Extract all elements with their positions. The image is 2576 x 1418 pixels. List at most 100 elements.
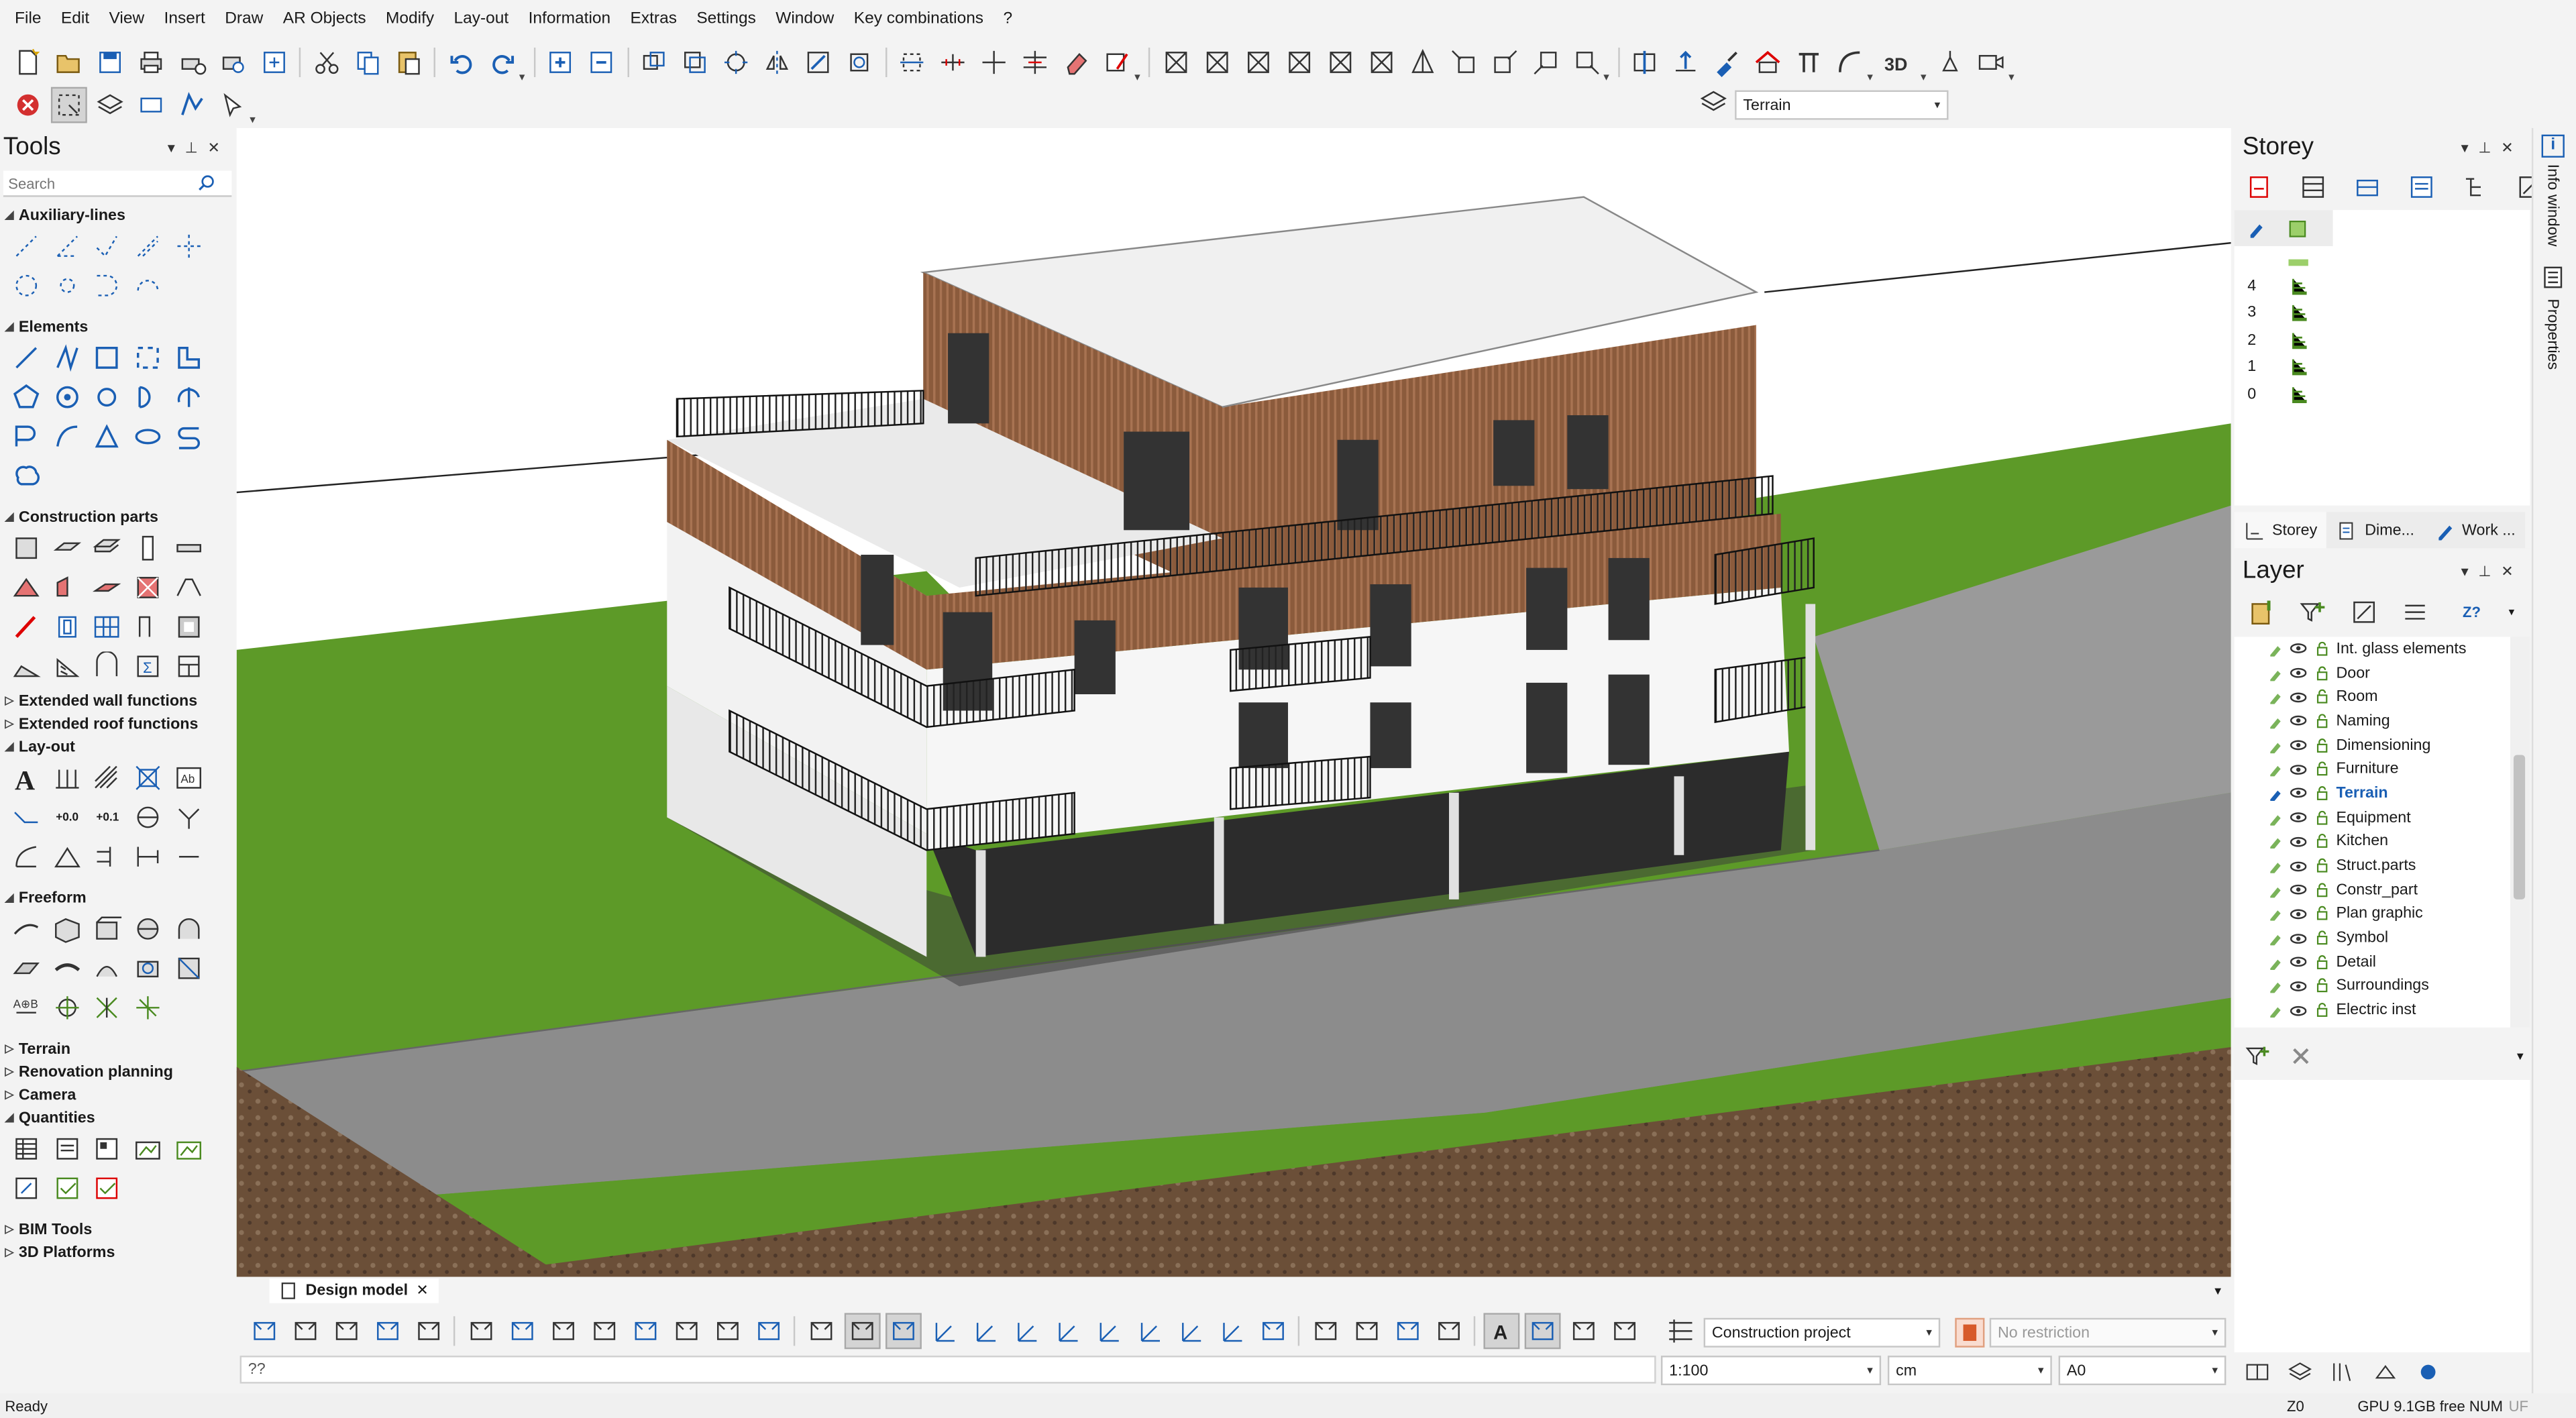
properties-icon[interactable] (2542, 266, 2565, 288)
layer-filter-add-button[interactable] (2296, 596, 2328, 629)
menu-item-window[interactable]: Window (766, 0, 845, 40)
view-arrow-1-button[interactable] (1446, 46, 1479, 79)
tab-dimensions[interactable]: Dime... (2326, 512, 2424, 549)
pointer-button[interactable] (216, 89, 249, 121)
view-tool-25-button[interactable] (1256, 1315, 1289, 1348)
design-button[interactable] (1711, 46, 1743, 79)
offset-button[interactable] (896, 46, 928, 79)
construction-tool-4-button[interactable] (127, 529, 168, 568)
construction-tool-9-button[interactable] (127, 568, 168, 608)
paper-combo[interactable]: A0 ▾ (2058, 1356, 2226, 1386)
freeform-tool-13-button[interactable] (87, 988, 127, 1028)
view-box-4-button[interactable] (1283, 46, 1316, 79)
layout-tool-1-button[interactable]: A (7, 758, 47, 798)
objects-icon[interactable] (2372, 1359, 2398, 1385)
view-dropdown-icon[interactable]: ▾ (1603, 70, 1609, 84)
category-quantities[interactable]: ◢ Quantities (0, 1106, 235, 1129)
lock-icon[interactable] (2313, 713, 2329, 729)
layers-icon[interactable] (2287, 1359, 2313, 1385)
storey-tool-4-button[interactable] (2404, 170, 2437, 203)
delete-icon[interactable] (2288, 1043, 2313, 1068)
layer-row[interactable]: Room (2235, 685, 2510, 709)
elements-tool-5-button[interactable] (168, 338, 209, 378)
format-dropdown-icon[interactable]: ▾ (1134, 70, 1140, 84)
view-tool-26-button[interactable] (1309, 1315, 1342, 1348)
pencil-icon[interactable] (2267, 930, 2284, 946)
lock-icon[interactable] (2313, 810, 2329, 826)
freeform-tool-3-button[interactable] (87, 910, 127, 949)
construction-tool-15-button[interactable] (168, 607, 209, 647)
layout-tool-9-button[interactable] (127, 798, 168, 837)
print-button[interactable] (134, 46, 167, 79)
storey-row[interactable]: 2 (2247, 327, 2346, 353)
lock-icon[interactable] (2313, 665, 2329, 681)
storey-tool-3-button[interactable] (2350, 170, 2383, 203)
filter-add-icon[interactable] (2244, 1041, 2272, 1069)
category-ext_wall[interactable]: ▷ Extended wall functions (0, 690, 235, 712)
tab-storey[interactable]: Storey (2234, 512, 2327, 549)
construction-tool-8-button[interactable] (87, 568, 127, 608)
camera-button[interactable] (1975, 46, 2008, 79)
construction-tool-19-button[interactable]: Σ (127, 647, 168, 686)
close-icon[interactable]: ✕ (2501, 563, 2513, 581)
view-tool-21-button[interactable] (1091, 1315, 1124, 1348)
view-tool-12-button[interactable] (710, 1315, 743, 1348)
close-icon[interactable]: ✕ (2501, 140, 2513, 158)
layout-tool-2-button[interactable] (47, 758, 87, 798)
layout-tool-15-button[interactable] (168, 837, 209, 877)
category-layout[interactable]: ◢ Lay-out (0, 735, 235, 758)
freeform-tool-10-button[interactable] (168, 948, 209, 988)
lock-icon[interactable] (2313, 834, 2329, 850)
new-file-button[interactable] (11, 46, 44, 79)
view-tool-33-button[interactable] (1607, 1315, 1640, 1348)
menu-item-help[interactable]: ? (994, 0, 1022, 40)
pin-icon[interactable]: ⊥ (2478, 563, 2491, 581)
layer-row[interactable]: Int. glass elements (2235, 637, 2510, 661)
eye-icon[interactable] (2290, 641, 2307, 657)
export-button[interactable] (257, 46, 290, 79)
layout-tool-4-button[interactable] (127, 758, 168, 798)
menu-item-insert[interactable]: Insert (154, 0, 215, 40)
rectangle-button[interactable] (134, 89, 167, 121)
layer-row[interactable]: Equipment (2235, 806, 2510, 830)
view-box-6-button[interactable] (1364, 46, 1397, 79)
close-icon[interactable]: ✕ (207, 140, 219, 158)
elements-tool-11-button[interactable] (7, 417, 47, 456)
cancel-command-button[interactable] (11, 89, 44, 121)
freeform-tool-4-button[interactable] (127, 910, 168, 949)
3d-dropdown-icon[interactable]: ▾ (1921, 70, 1927, 84)
view-tool-1-button[interactable] (248, 1315, 280, 1348)
lock-icon[interactable] (2313, 930, 2329, 946)
pencil-icon[interactable] (2267, 1002, 2284, 1018)
panel-menu-icon[interactable]: ▾ (2461, 140, 2469, 158)
layer-row[interactable]: Electric inst (2235, 998, 2510, 1022)
aux-tool-7-button[interactable] (47, 266, 87, 305)
tab-properties[interactable]: Properties (2543, 298, 2561, 370)
pencil-icon[interactable] (2267, 978, 2284, 994)
view-tool-22-button[interactable] (1133, 1315, 1166, 1348)
menu-item-view[interactable]: View (99, 0, 154, 40)
eye-icon[interactable] (2290, 810, 2307, 826)
elements-tool-6-button[interactable] (7, 378, 47, 417)
tab-work[interactable]: Work ... (2424, 512, 2526, 549)
view-tool-6-button[interactable] (464, 1315, 497, 1348)
eye-icon[interactable] (2290, 930, 2307, 946)
project-combo[interactable]: Construction project ▾ (1703, 1317, 1941, 1348)
construction-tool-7-button[interactable] (47, 568, 87, 608)
quantities-tool-6-button[interactable] (7, 1168, 47, 1208)
layer-row[interactable]: Surroundings (2235, 974, 2510, 998)
layer-tool-1-button[interactable] (2245, 596, 2278, 629)
view-tool-28-button[interactable] (1391, 1315, 1424, 1348)
lock-icon[interactable] (2313, 954, 2329, 970)
layer-row[interactable]: Dimensioning (2235, 733, 2510, 757)
freeform-tool-5-button[interactable] (168, 910, 209, 949)
storey-row[interactable]: 4 (2247, 272, 2346, 299)
function-button[interactable] (175, 89, 208, 121)
view-tool-19-button[interactable] (1010, 1315, 1042, 1348)
unit-combo[interactable]: cm ▾ (1887, 1356, 2052, 1386)
storey-tool-5-button[interactable] (2459, 170, 2491, 203)
layout-tool-13-button[interactable] (87, 837, 127, 877)
open-button[interactable] (52, 46, 85, 79)
layout-tool-8-button[interactable]: +0.1 (87, 798, 127, 837)
aux-tool-6-button[interactable] (7, 266, 47, 305)
